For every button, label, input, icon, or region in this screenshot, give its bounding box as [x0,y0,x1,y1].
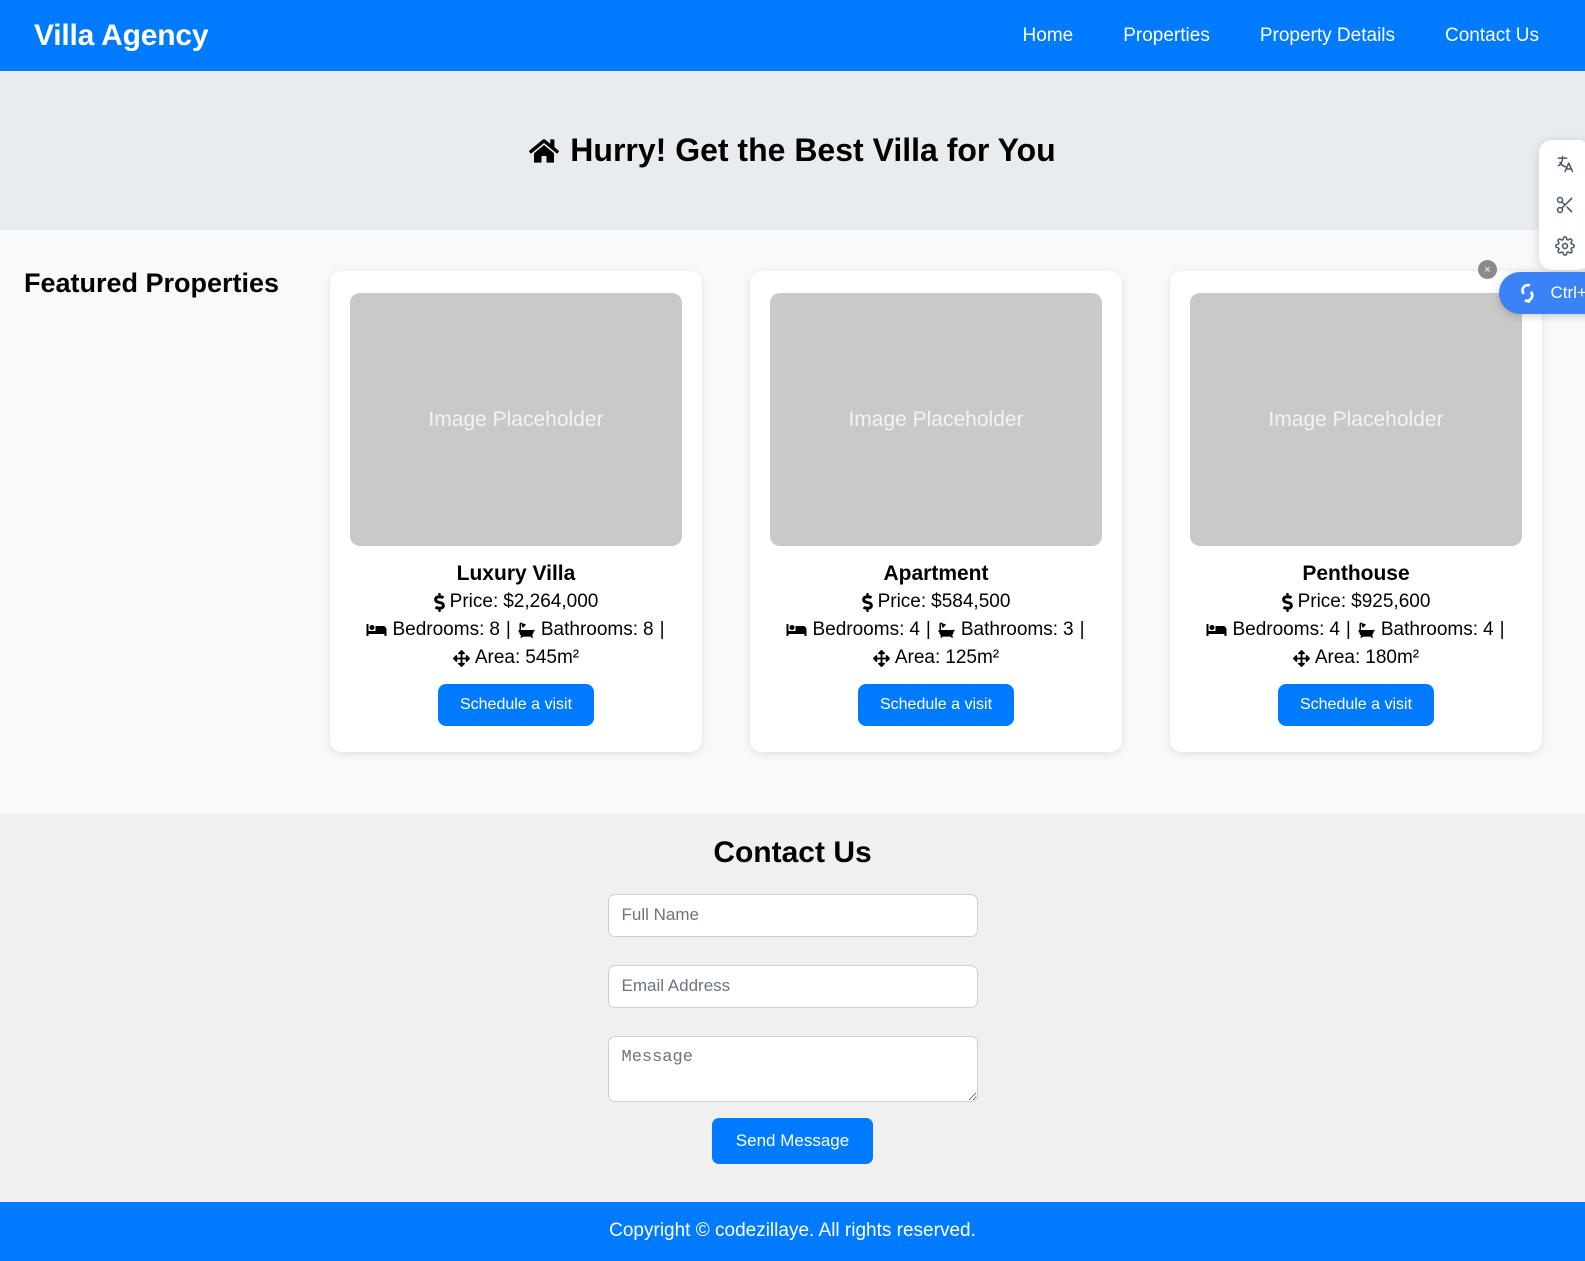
property-image-placeholder: Image Placeholder [770,293,1102,546]
full-name-input[interactable] [607,893,978,937]
row-separator: | [1345,618,1351,640]
arrows-move-icon [452,649,470,667]
schedule-visit-button[interactable]: Schedule a visit [437,683,595,726]
price-value: $925,600 [1351,591,1431,613]
price-value: $2,264,000 [503,591,599,613]
row-separator: | [505,618,511,640]
send-button-wrapper: Send Message [608,1117,978,1164]
nav-link-properties[interactable]: Properties [1098,19,1235,53]
area-label: Area: [894,646,941,668]
nav-link-home[interactable]: Home [998,19,1099,53]
property-name: Apartment [883,562,989,585]
property-card-list: Image Placeholder Luxury Villa Price: $2… [0,271,1585,752]
gear-icon[interactable] [1553,234,1577,258]
bathrooms-label: Bathrooms: [960,618,1059,640]
row-separator-end: | [659,618,665,640]
hero-title: Hurry! Get the Best Villa for You [529,132,1056,169]
bedrooms-value: 8 [489,618,500,640]
price-label: Price: [877,591,927,613]
property-area-row: Area: 125m² [770,647,1102,670]
nav-link-property-details[interactable]: Property Details [1235,19,1420,53]
property-price-row: Price: $584,500 [770,591,1102,614]
schedule-visit-button[interactable]: Schedule a visit [1277,683,1435,726]
property-price-row: Price: $925,600 [1190,591,1522,614]
extension-close-button[interactable]: × [1478,260,1497,279]
area-value: 125m² [945,646,1000,668]
price-value: $584,500 [931,591,1011,613]
hero-banner: Hurry! Get the Best Villa for You [0,71,1585,230]
area-value: 180m² [1365,646,1420,668]
property-area-row: Area: 180m² [1190,647,1522,670]
area-value: 545m² [525,646,580,668]
property-rooms-row: Bedrooms: 4 | Bathrooms: 4 | [1190,619,1522,642]
bedrooms-label: Bedrooms: [1232,618,1325,640]
bedrooms-value: 4 [909,618,920,640]
bathrooms-label: Bathrooms: [1380,618,1479,640]
bath-icon [517,622,536,639]
placeholder-label: Image Placeholder [848,407,1024,431]
bathrooms-value: 4 [1483,618,1494,640]
price-label: Price: [449,591,499,613]
arrows-move-icon [872,649,890,667]
bath-icon [937,622,956,639]
site-header: Villa Agency Home Properties Property De… [0,0,1585,71]
area-label: Area: [474,646,521,668]
message-textarea[interactable] [607,1035,978,1102]
property-card[interactable]: Image Placeholder Apartment Price: $584,… [750,271,1122,752]
price-label: Price: [1297,591,1347,613]
dollar-icon [1281,593,1293,613]
property-card[interactable]: Image Placeholder Luxury Villa Price: $2… [330,271,702,752]
bedrooms-label: Bedrooms: [392,618,485,640]
hero-title-text: Hurry! Get the Best Villa for You [570,132,1056,168]
bedrooms-value: 4 [1329,618,1340,640]
dollar-icon [433,593,445,613]
site-footer: Copyright © codezillaye. All rights rese… [0,1201,1585,1261]
property-name: Penthouse [1302,562,1410,585]
placeholder-label: Image Placeholder [428,407,604,431]
bed-icon [786,622,807,638]
copyright-text: Copyright © codezillaye. All rights rese… [609,1220,976,1242]
property-rooms-row: Bedrooms: 4 | Bathrooms: 3 | [770,619,1102,642]
property-name: Luxury Villa [456,562,576,585]
property-image-placeholder: Image Placeholder [1190,293,1522,546]
property-image-placeholder: Image Placeholder [350,293,682,546]
schedule-visit-button[interactable]: Schedule a visit [857,683,1015,726]
bathrooms-value: 8 [643,618,654,640]
scissors-icon[interactable] [1553,193,1577,217]
email-input[interactable] [607,964,978,1008]
send-message-button[interactable]: Send Message [711,1117,874,1164]
section-heading-contact: Contact Us [713,835,872,869]
house-icon [529,137,560,165]
property-card[interactable]: Image Placeholder Penthouse Price: $925,… [1170,271,1542,752]
property-rooms-row: Bedrooms: 8 | Bathrooms: 8 | [350,619,682,642]
arrows-move-icon [1292,649,1310,667]
bedrooms-label: Bedrooms: [812,618,905,640]
dollar-icon [861,593,873,613]
bath-icon [1357,622,1376,639]
property-price-row: Price: $2,264,000 [350,591,682,614]
placeholder-label: Image Placeholder [1268,407,1444,431]
translate-icon[interactable] [1553,152,1577,176]
brand-logo[interactable]: Villa Agency [34,19,209,53]
extension-toolbar [1539,140,1585,270]
bathrooms-value: 3 [1063,618,1074,640]
bed-icon [366,622,387,638]
row-separator: | [925,618,931,640]
property-area-row: Area: 545m² [350,647,682,670]
bed-icon [1206,622,1227,638]
contact-section: Contact Us Send Message [0,813,1585,1202]
nav-link-contact-us[interactable]: Contact Us [1420,19,1553,53]
main-navigation: Home Properties Property Details Contact… [998,19,1553,53]
bathrooms-label: Bathrooms: [540,618,639,640]
extension-logo-icon [1514,280,1540,306]
row-separator-end: | [1499,618,1505,640]
extension-shortcut-pill[interactable]: Ctrl+M [1499,272,1585,314]
area-label: Area: [1314,646,1361,668]
contact-form: Send Message [607,893,978,1164]
row-separator-end: | [1079,618,1085,640]
extension-shortcut-label: Ctrl+M [1550,283,1585,302]
featured-properties-section: Featured Properties Image Placeholder Lu… [0,230,1585,814]
